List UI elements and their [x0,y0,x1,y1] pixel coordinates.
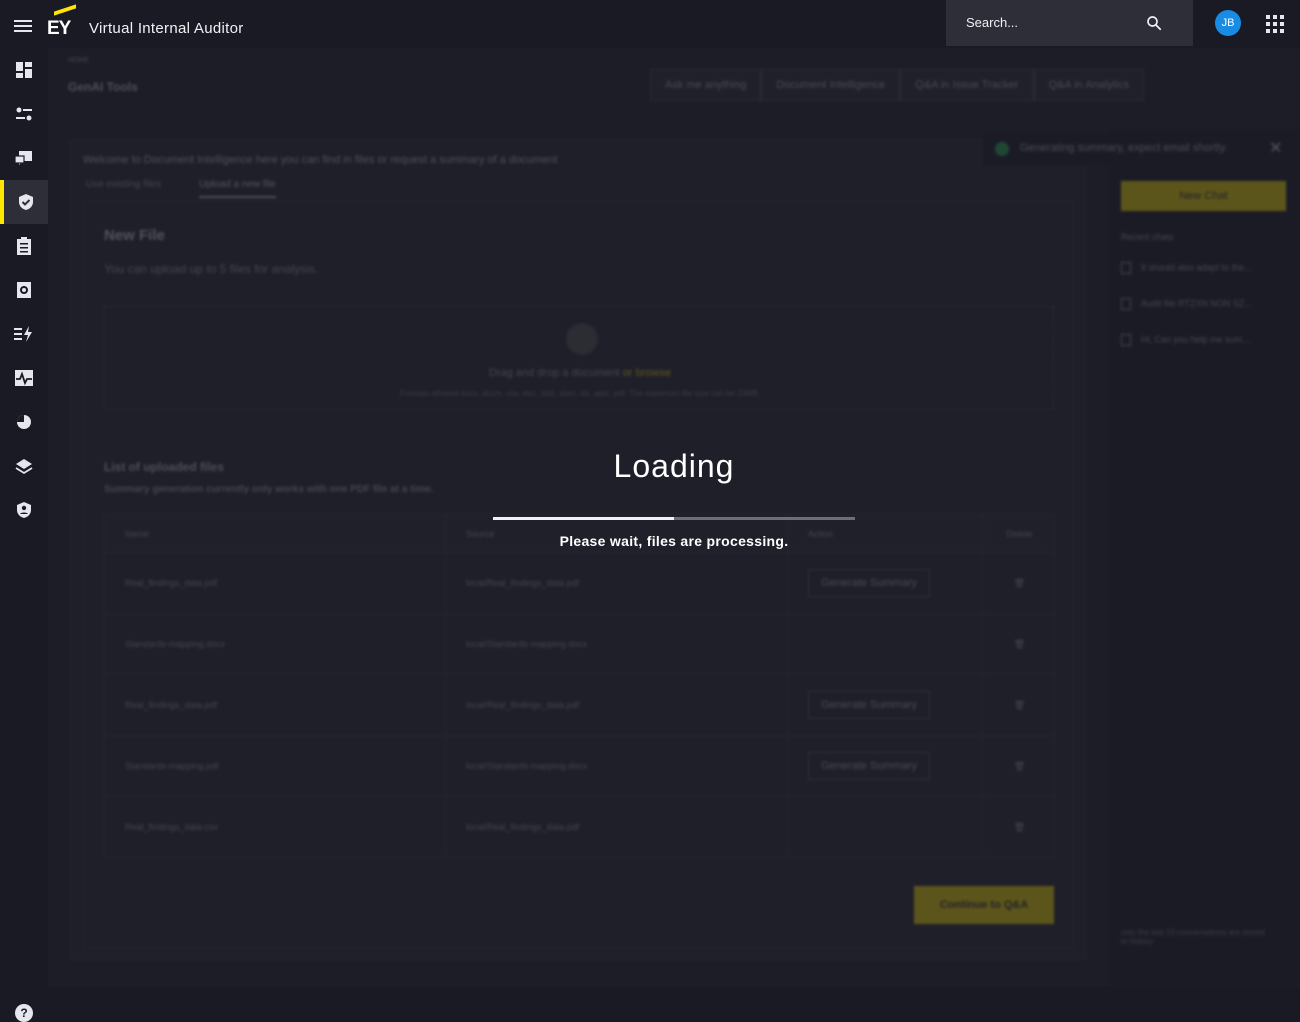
apps-grid-icon[interactable] [1266,15,1284,33]
user-shield-icon [17,502,31,518]
sidebar-item-pulse[interactable] [0,356,48,400]
sidebar-item-layers[interactable] [0,444,48,488]
sidebar-item-user-shield[interactable] [0,488,48,532]
sidebar-item-settings-doc[interactable] [0,268,48,312]
sidebar-item-toggles[interactable] [0,92,48,136]
loading-message: Please wait, files are processing. [559,533,789,549]
chat-icon [14,151,32,165]
toggles-icon [16,107,32,121]
layers-icon [15,459,33,475]
sidebar: ? [0,48,48,1022]
sidebar-item-clipboard[interactable] [0,224,48,268]
clipboard-list-icon [17,237,31,255]
avatar[interactable]: JB [1215,10,1241,36]
menu-icon[interactable] [14,20,32,32]
flash-list-icon [14,326,32,342]
pulse-icon [15,370,33,386]
search-placeholder: Search... [966,15,1019,30]
pie-chart-icon [17,415,31,429]
shield-check-icon [19,194,33,210]
ey-logo: EY [47,4,77,39]
help-icon[interactable]: ? [15,1004,33,1022]
search-icon[interactable] [1145,14,1163,32]
dashboard-icon [16,62,32,78]
sidebar-item-flash[interactable] [0,312,48,356]
sidebar-item-chat[interactable] [0,136,48,180]
sidebar-item-dashboard[interactable] [0,48,48,92]
top-bar: EY Virtual Internal Auditor Search... JB [0,0,1300,48]
sidebar-item-document-intelligence[interactable] [0,180,48,224]
search-input[interactable]: Search... [946,0,1193,46]
progress-fill [493,517,674,520]
loading-title: Loading [613,448,735,484]
gear-doc-icon [17,282,31,298]
sidebar-item-reports[interactable] [0,400,48,444]
app-title: Virtual Internal Auditor [89,20,244,37]
progress-bar [493,517,855,520]
